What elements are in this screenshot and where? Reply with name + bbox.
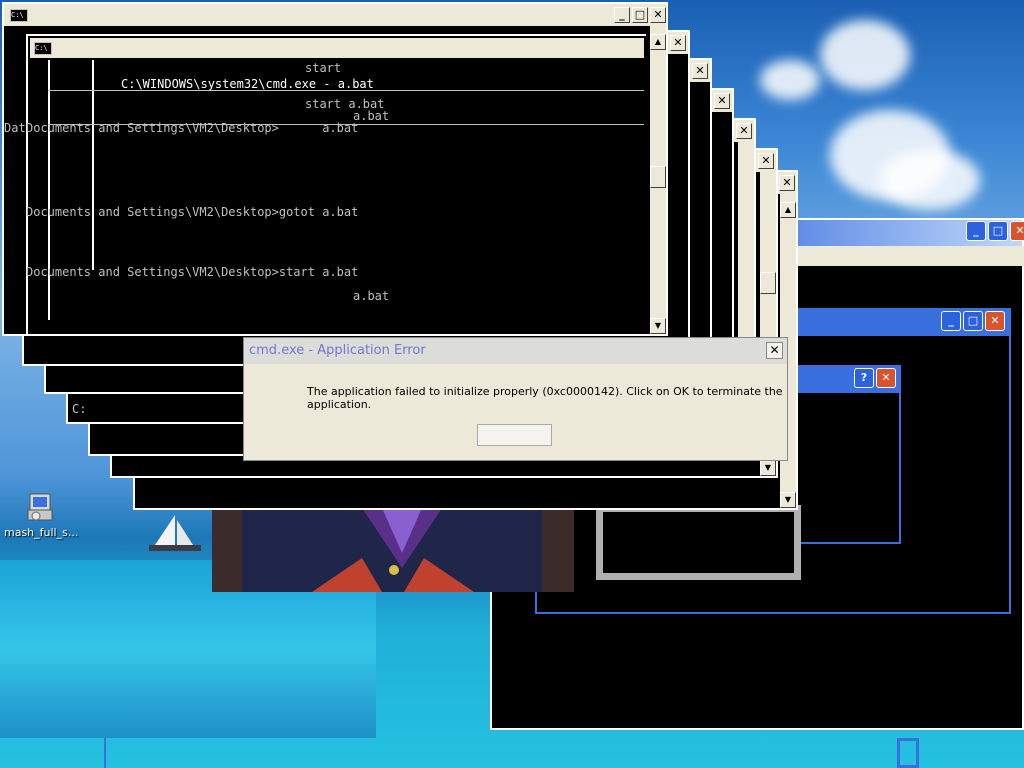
close-button[interactable]: ✕ (758, 153, 774, 169)
desktop-icon-mash[interactable]: mash_full_s... (4, 492, 79, 539)
minimize-button[interactable]: _ (941, 311, 961, 331)
help-button[interactable]: ? (854, 368, 874, 388)
cmd-window-front[interactable]: C:\ _ □ ✕ ▲ ▼ C:\ start C:\WINDOWS\syste… (2, 2, 668, 336)
terminal-line: a.bat (353, 109, 390, 123)
window-gray-frame[interactable] (596, 505, 801, 580)
inner-titlebar (30, 38, 644, 58)
scroll-down-arrow[interactable]: ▼ (760, 460, 776, 476)
close-button[interactable]: ✕ (670, 35, 686, 51)
dialog-message: The application failed to initialize pro… (307, 385, 783, 411)
pinball-game-image (212, 508, 574, 592)
maximize-button[interactable]: □ (988, 221, 1008, 241)
terminal-fragment-dat: Dat (4, 121, 26, 135)
maximize-button[interactable]: □ (963, 311, 983, 331)
terminal-line: Documents and Settings\VM2\Desktop> a.ba… (26, 121, 359, 135)
installer-icon (24, 492, 56, 524)
terminal-line: a.bat (353, 289, 390, 303)
dialog-close-button[interactable]: ✕ (766, 342, 783, 359)
desktop-icon-label: mash_full_s... (4, 526, 79, 539)
close-button[interactable]: ✕ (736, 123, 752, 139)
application-error-dialog[interactable]: cmd.exe - Application Error ✕ The applic… (243, 337, 788, 461)
minimize-button[interactable]: _ (966, 221, 986, 241)
scrollbar[interactable]: ▲ ▼ (650, 26, 666, 334)
close-button[interactable]: ✕ (1010, 221, 1024, 241)
close-button[interactable]: ✕ (650, 7, 666, 23)
dialog-title: cmd.exe - Application Error (249, 343, 426, 358)
terminal-line: start (305, 61, 342, 75)
scroll-up-arrow[interactable]: ▲ (650, 34, 666, 50)
blue-box-marker (897, 738, 919, 768)
close-button[interactable]: ✕ (779, 175, 795, 191)
scroll-up-arrow[interactable]: ▲ (780, 202, 796, 218)
terminal-line: Documents and Settings\VM2\Desktop>gotot… (26, 205, 359, 219)
terminal-line: Documents and Settings\VM2\Desktop>start… (26, 265, 359, 279)
scroll-down-arrow[interactable]: ▼ (650, 318, 666, 334)
scroll-thumb[interactable] (650, 166, 666, 188)
minimize-button[interactable]: _ (614, 7, 630, 23)
inner-frame-3 (92, 60, 94, 270)
cmd-app-icon: C:\ (10, 9, 28, 22)
close-button[interactable]: ✕ (876, 368, 896, 388)
blue-line-marker (104, 738, 106, 768)
ok-button[interactable] (477, 424, 552, 446)
close-button[interactable]: ✕ (692, 63, 708, 79)
terminal-window-title: C:\WINDOWS\system32\cmd.exe - a.bat (121, 77, 374, 91)
boat-image (145, 515, 205, 557)
cmd-inner-icon: C:\ (34, 42, 52, 55)
maximize-button[interactable]: □ (632, 7, 648, 23)
close-button[interactable]: ✕ (714, 93, 730, 109)
scroll-down-arrow[interactable]: ▼ (780, 492, 796, 508)
titlebar[interactable] (4, 4, 666, 26)
terminal-fragment-c: C: (72, 402, 87, 416)
scroll-thumb[interactable] (760, 272, 776, 294)
close-button[interactable]: ✕ (985, 311, 1005, 331)
